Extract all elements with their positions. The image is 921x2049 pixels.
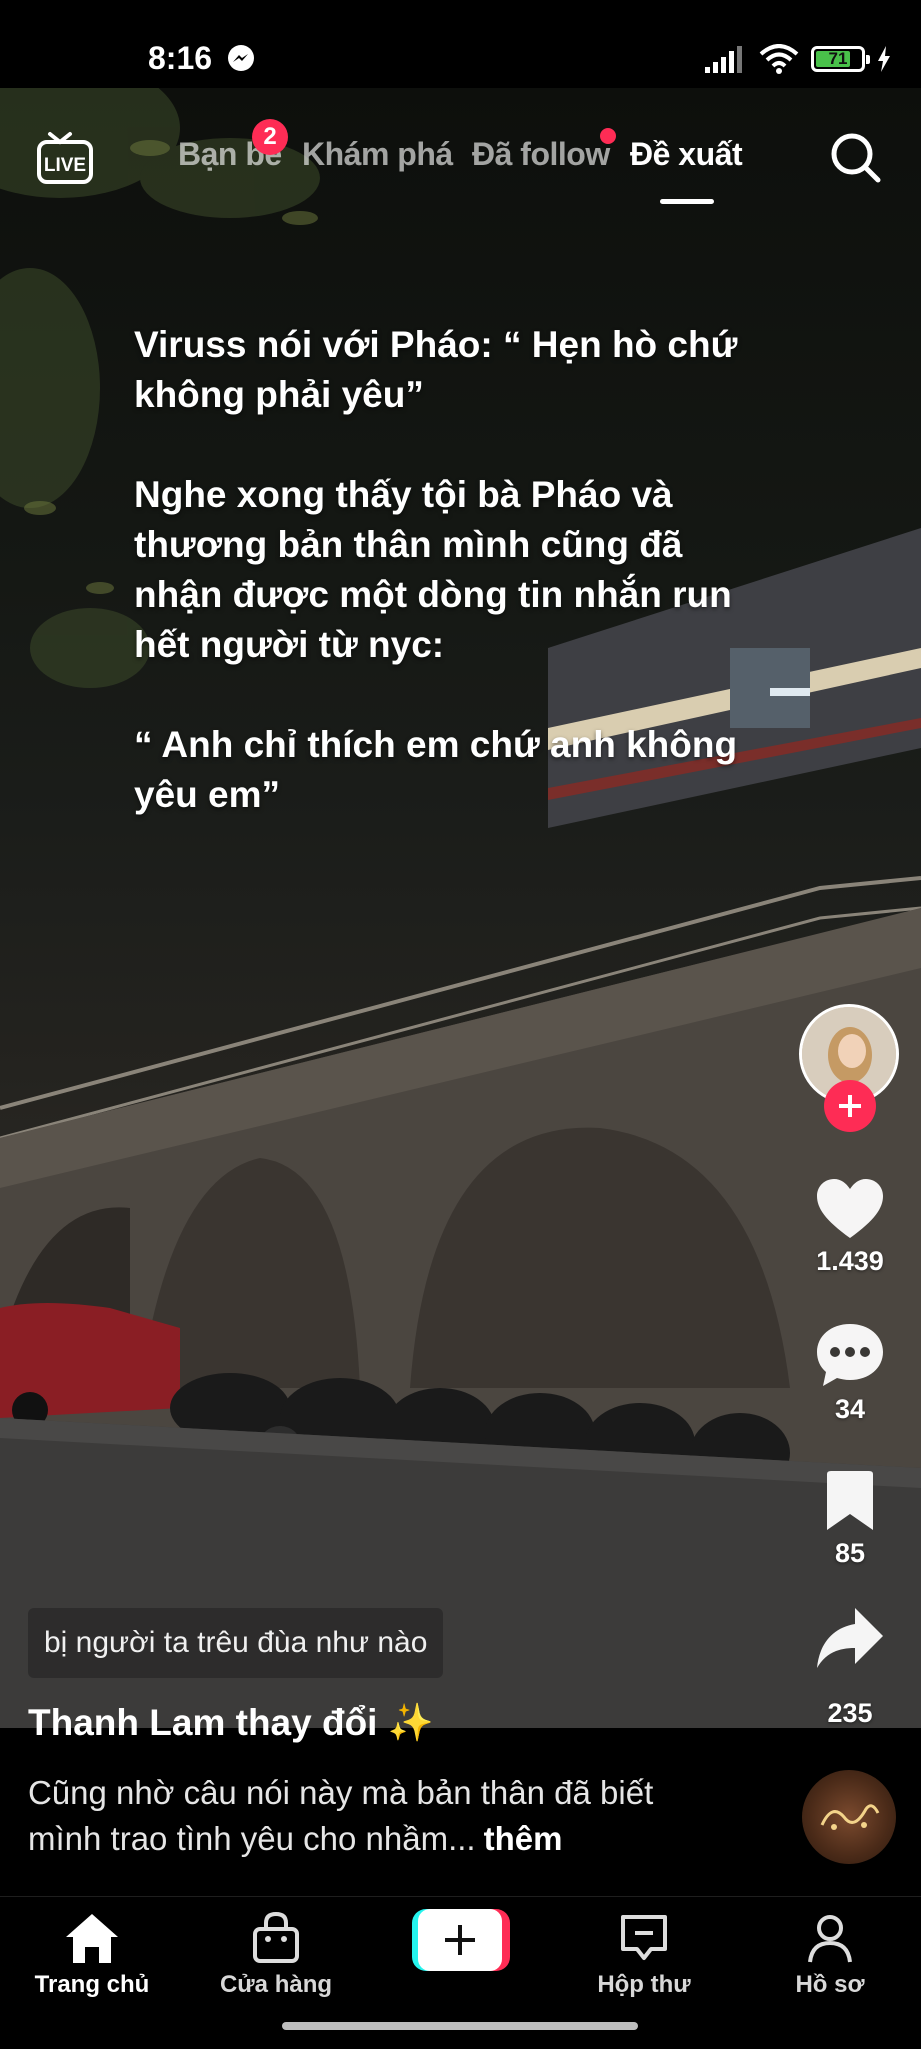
search-suggestion-tag[interactable]: bị người ta trêu đùa như nào: [28, 1608, 444, 1678]
home-icon: [66, 1914, 118, 1963]
nav-home[interactable]: Trang chủ: [2, 1911, 182, 1999]
inbox-icon: [621, 1915, 667, 1960]
messenger-icon: [228, 45, 254, 71]
video-overlay-text: Viruss nói với Pháo: “ Hẹn hò chứ không …: [134, 320, 774, 870]
battery-icon: 71: [811, 46, 870, 72]
heart-icon: [817, 1179, 883, 1238]
follow-button[interactable]: [824, 1080, 876, 1132]
battery-percent: 71: [828, 49, 848, 68]
search-suggestion-text: bị người ta trêu đùa như nào: [44, 1626, 428, 1659]
plus-icon: [839, 1095, 861, 1117]
tab-da-follow[interactable]: Đã follow: [472, 136, 610, 173]
live-icon[interactable]: LIVE: [36, 130, 94, 186]
nav-home-label: Trang chủ: [34, 1971, 150, 1998]
create-button-face: [418, 1909, 502, 1971]
overlay-paragraph: “ Anh chỉ thích em chứ anh không yêu em”: [134, 724, 738, 815]
shopping-bag-icon: [253, 1911, 299, 1963]
signal-icon: [705, 46, 742, 73]
nav-shop-label: Cửa hàng: [219, 1971, 333, 1998]
music-disc-logo: [820, 1804, 880, 1830]
comment-icon: [817, 1324, 883, 1386]
plus-icon: [445, 1925, 475, 1955]
status-bar: 8:16 71: [0, 0, 921, 88]
video-description[interactable]: Cũng nhờ câu nói này mà bản thân đã biết…: [28, 1770, 728, 1862]
bookmark-icon: [827, 1471, 873, 1530]
save-count: 85: [834, 1538, 866, 1568]
tab-kham-pha[interactable]: Khám phá: [302, 136, 453, 173]
status-time: 8:16: [148, 40, 213, 76]
friends-badge: 2: [252, 119, 288, 155]
live-label: LIVE: [44, 155, 86, 176]
charging-icon: [878, 46, 890, 72]
overlay-paragraph: Viruss nói với Pháo: “ Hẹn hò chứ không …: [134, 324, 738, 415]
wifi-icon: [759, 44, 799, 74]
home-indicator[interactable]: [282, 2022, 638, 2030]
like-button[interactable]: 1.439: [800, 1178, 900, 1277]
create-button[interactable]: [412, 1909, 510, 1971]
nav-inbox[interactable]: Hộp thư: [554, 1911, 734, 1999]
search-icon[interactable]: [828, 130, 884, 186]
overlay-paragraph: Nghe xong thấy tội bà Pháo và thương bản…: [134, 474, 732, 665]
nav-profile-label: Hồ sơ: [795, 1971, 865, 1998]
music-disc[interactable]: [802, 1770, 896, 1864]
comment-button[interactable]: 34: [800, 1322, 900, 1425]
nav-shop[interactable]: Cửa hàng: [186, 1911, 366, 1999]
nav-inbox-label: Hộp thư: [597, 1971, 691, 1998]
comment-count: 34: [834, 1394, 866, 1424]
active-tab-indicator: [660, 199, 714, 204]
nav-profile[interactable]: Hồ sơ: [740, 1911, 920, 1999]
share-button[interactable]: 235: [800, 1606, 900, 1729]
profile-icon: [808, 1915, 852, 1963]
tab-de-xuat[interactable]: Đề xuất: [630, 136, 743, 173]
save-button[interactable]: 85: [800, 1470, 900, 1569]
share-arrow-icon: [817, 1608, 883, 1668]
following-dot-badge: [600, 128, 616, 144]
status-icons: 71: [703, 44, 891, 74]
see-more-link[interactable]: thêm: [484, 1820, 563, 1857]
like-count: 1.439: [816, 1246, 884, 1276]
author-name[interactable]: Thanh Lam thay đổi ✨: [28, 1702, 434, 1745]
share-count: 235: [827, 1698, 873, 1728]
